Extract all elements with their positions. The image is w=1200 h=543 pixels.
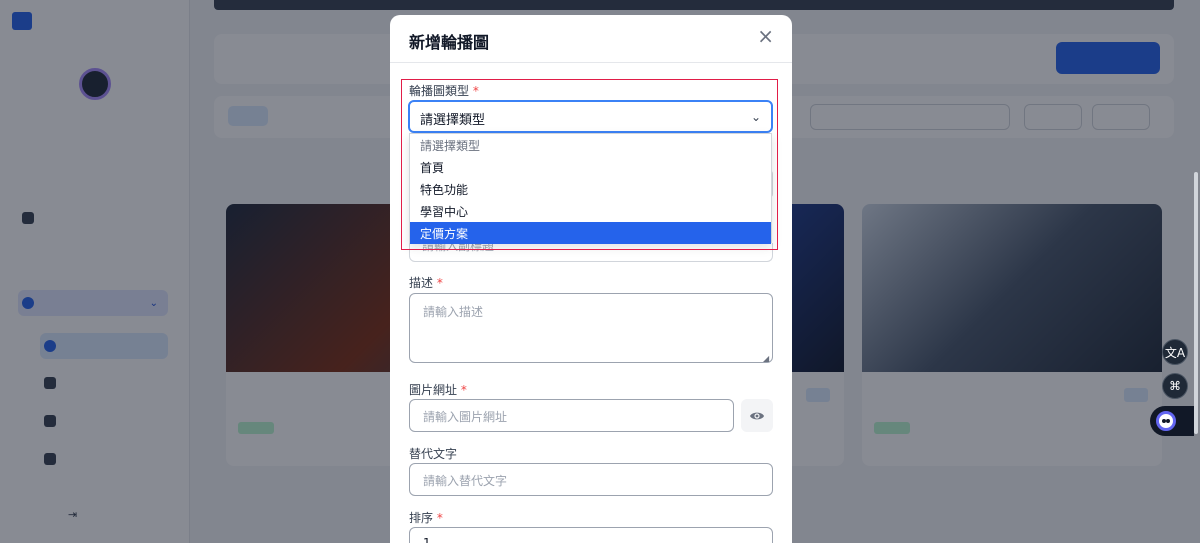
sort-field-label: 排序 * [409, 509, 443, 526]
bot-icon [1156, 411, 1176, 431]
eye-icon [750, 412, 764, 419]
description-label-text: 描述 [409, 276, 434, 290]
dropdown-option[interactable]: 特色功能 [410, 178, 771, 200]
modal-header: 新增輪播圖 × [390, 15, 792, 63]
type-label-text: 輪播圖類型 [409, 84, 470, 98]
alt-text-field-label: 替代文字 [409, 445, 457, 462]
type-field-label: 輪播圖類型 * [409, 82, 479, 99]
required-mark: * [436, 511, 443, 525]
description-textarea[interactable]: 請輸入描述 [409, 293, 773, 363]
description-placeholder: 請輸入描述 [423, 305, 484, 319]
dropdown-option[interactable]: 學習中心 [410, 200, 771, 222]
subtitle-placeholder: 請輸入副標題 [422, 243, 495, 253]
select-value: 請選擇類型 [420, 113, 486, 128]
resize-handle-icon[interactable]: ◢ [763, 354, 769, 363]
carousel-type-select[interactable]: 請選擇類型 ⌄ [408, 100, 773, 133]
page-scrollbar[interactable] [1194, 172, 1198, 434]
sort-order-input[interactable]: 1 [409, 527, 773, 543]
dropdown-option-highlighted[interactable]: 定價方案 [410, 222, 771, 244]
subtitle-input[interactable]: 請輸入副標題 [409, 243, 773, 262]
image-url-placeholder: 請輸入圖片網址 [423, 410, 508, 424]
chevron-down-icon: ⌄ [750, 110, 761, 124]
dropdown-option[interactable]: 請選擇類型 [410, 134, 771, 156]
image-url-field-label: 圖片網址 * [409, 381, 467, 398]
required-mark: * [472, 84, 479, 98]
translate-icon[interactable]: 文A [1162, 339, 1188, 365]
modal-title: 新增輪播圖 [409, 33, 490, 52]
command-icon[interactable]: ⌘ [1162, 373, 1188, 399]
preview-image-button[interactable] [741, 399, 773, 432]
add-carousel-modal: 新增輪播圖 × 輪播圖類型 * 請選擇類型 ⌄ 請輸入副標題 請選擇類型 首頁 … [390, 15, 792, 543]
sort-order-value: 1 [423, 536, 431, 543]
image-url-label-text: 圖片網址 [409, 383, 458, 397]
required-mark: * [460, 383, 467, 397]
required-mark: * [436, 276, 443, 290]
sort-label-text: 排序 [409, 511, 434, 525]
alt-text-label-text: 替代文字 [409, 447, 458, 461]
close-icon[interactable]: × [757, 26, 774, 46]
description-field-label: 描述 * [409, 274, 443, 291]
alt-text-placeholder: 請輸入替代文字 [423, 474, 508, 488]
chat-bot-button[interactable] [1150, 406, 1194, 436]
alt-text-input[interactable]: 請輸入替代文字 [409, 463, 773, 496]
image-url-input[interactable]: 請輸入圖片網址 [409, 399, 734, 432]
dropdown-option[interactable]: 首頁 [410, 156, 771, 178]
type-dropdown-list: 請選擇類型 首頁 特色功能 學習中心 定價方案 [409, 133, 772, 244]
